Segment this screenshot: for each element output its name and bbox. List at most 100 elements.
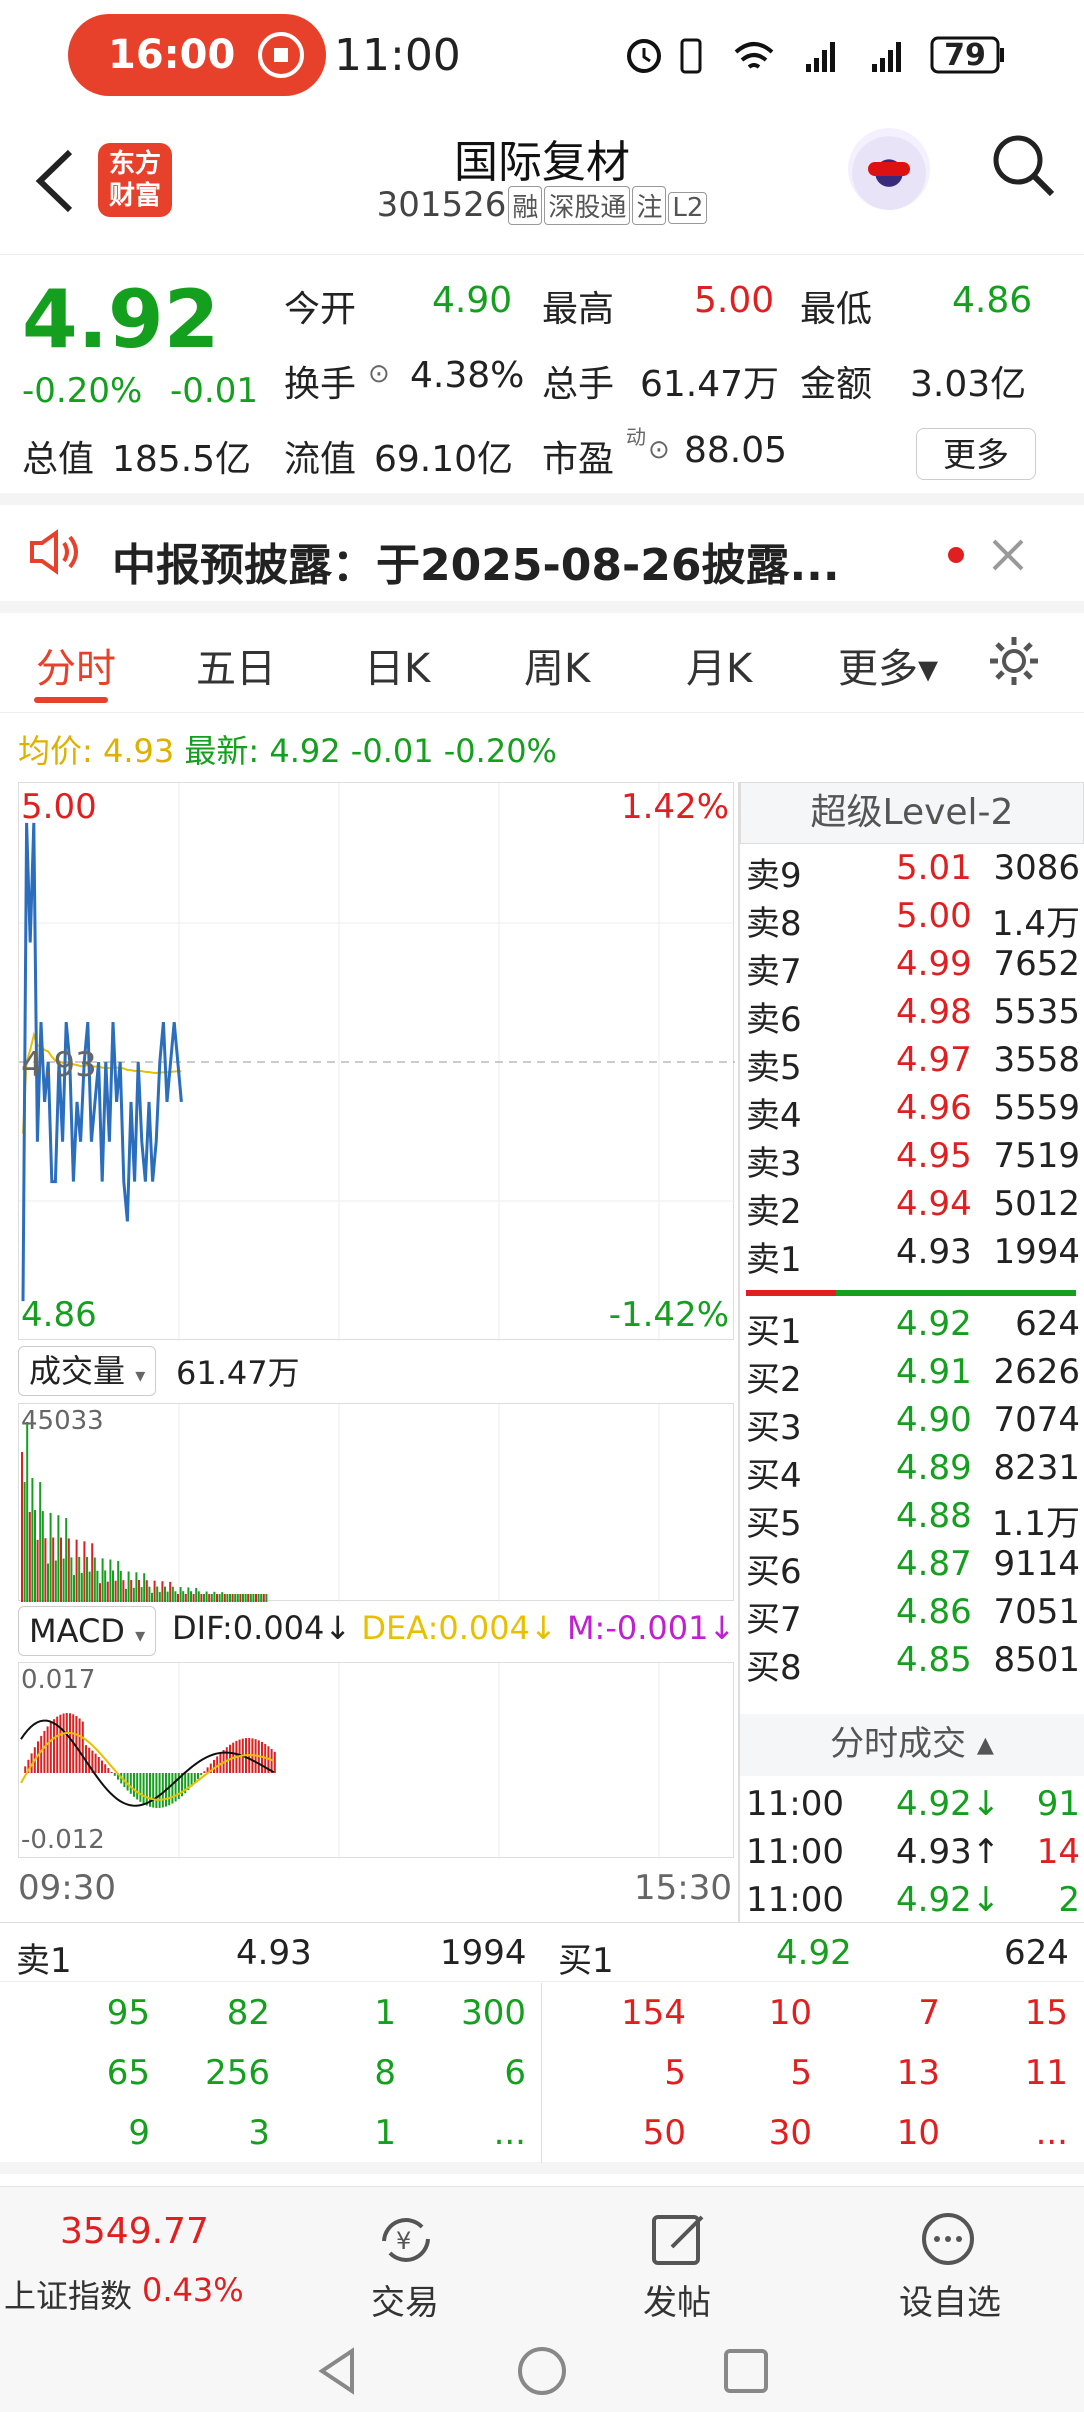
stop-record-icon[interactable]	[258, 32, 304, 78]
search-icon[interactable]	[990, 132, 1056, 202]
volume-bar	[260, 1594, 263, 1602]
system-nav-bar	[318, 2347, 768, 2395]
change-pct: -0.20%	[22, 371, 143, 411]
chart-top-price: 5.00	[21, 787, 97, 827]
volume-bar	[99, 1583, 101, 1602]
macd-bar	[161, 1773, 164, 1808]
latest-label: 最新:	[184, 732, 260, 770]
trade-icon[interactable]: ¥	[374, 2211, 438, 2269]
volume-value: 61.47万	[640, 364, 780, 405]
bid-price: 4.86	[896, 1592, 972, 1632]
tab-5day[interactable]: 五日	[196, 636, 276, 694]
macd-bar	[78, 1718, 81, 1773]
volume-label: 成交量	[29, 1352, 126, 1390]
volume-bar	[101, 1558, 104, 1602]
volume-bar	[54, 1560, 57, 1602]
amount-label: 金额	[800, 364, 873, 405]
back-arrow-icon[interactable]	[30, 148, 80, 214]
notice-bar[interactable]: 中报预披露：于2025-08-26披露...	[0, 505, 1084, 613]
volume-bar	[252, 1594, 255, 1602]
macd-bar	[107, 1768, 110, 1773]
macd-bar	[145, 1773, 148, 1806]
bid-row[interactable]: 买5 4.88 1.1万	[746, 1496, 1080, 1544]
volume-bar	[208, 1594, 211, 1602]
tab-more[interactable]: 更多▾	[838, 636, 938, 694]
volume-bar	[174, 1591, 177, 1602]
volume-bar	[226, 1594, 229, 1602]
index-pct[interactable]: 0.43%	[142, 2271, 244, 2309]
buy-queue-cell: 5	[664, 2053, 686, 2093]
intraday-chart[interactable]: 5.00 1.42% 4.93 4.86 -1.42%	[18, 782, 735, 1341]
bid-row[interactable]: 买6 4.87 9114	[746, 1544, 1080, 1592]
volume-bar	[117, 1560, 120, 1602]
bid-volume: 8231	[993, 1448, 1080, 1488]
bid-price: 4.89	[896, 1448, 972, 1488]
bid-row[interactable]: 买8 4.85 8501	[746, 1640, 1080, 1688]
add-watchlist-icon[interactable]	[918, 2211, 978, 2269]
macd-bar	[158, 1773, 161, 1808]
macd-bar	[142, 1773, 145, 1804]
stock-name: 国际复材	[454, 137, 630, 188]
volume-bar	[119, 1570, 122, 1602]
macd-bar	[152, 1773, 155, 1808]
buy-queue-cell: 154	[621, 1993, 686, 2033]
watch-label[interactable]: 设自选	[890, 2275, 1010, 2324]
period-tabs: 分时 五日 日K 周K 月K 更多▾	[0, 613, 1084, 713]
volume-bar	[184, 1594, 187, 1602]
bid-row[interactable]: 买3 4.90 7074	[746, 1400, 1080, 1448]
post-label[interactable]: 发帖	[632, 2275, 722, 2324]
tick-time: 11:00	[746, 1784, 844, 1824]
volume-bar	[96, 1570, 99, 1602]
macd-chart[interactable]: 0.017 -0.012	[18, 1662, 734, 1859]
assistant-avatar[interactable]	[848, 128, 930, 210]
volume-bar	[91, 1543, 94, 1602]
tab-monthly-k[interactable]: 月K	[686, 636, 752, 694]
trade-label[interactable]: 交易	[360, 2275, 450, 2324]
volume-bar	[112, 1570, 114, 1602]
index-value[interactable]: 3549.77	[60, 2211, 209, 2252]
tick-price: 4.93↑	[896, 1832, 1001, 1872]
tab-daily-k[interactable]: 日K	[364, 636, 430, 694]
volume-bar	[41, 1511, 44, 1602]
volume-bar	[31, 1478, 34, 1602]
more-quote-button[interactable]: 更多	[916, 428, 1036, 480]
volume-bar	[26, 1422, 29, 1602]
recording-pill[interactable]: 16:00	[68, 14, 326, 96]
open-label: 今开	[284, 289, 357, 330]
tab-intraday[interactable]: 分时	[36, 636, 116, 694]
pe-info-icon[interactable]: ⊙	[648, 435, 670, 465]
volume-indicator-select[interactable]: 成交量 ▾	[18, 1346, 157, 1396]
info-icon[interactable]: ⊙	[368, 359, 390, 389]
volume-bar	[195, 1587, 198, 1602]
index-name[interactable]: 上证指数	[4, 2271, 132, 2317]
bid-price: 4.91	[896, 1352, 972, 1392]
volume-bar	[143, 1573, 146, 1602]
bid-row[interactable]: 买1 4.92 624	[746, 1304, 1080, 1352]
order-queue: 卖1 4.93 1994 买1 4.92 624 95 82 1 300 65 256 8 6…	[0, 1922, 1084, 2174]
volume-bar	[132, 1587, 135, 1602]
bid-price: 4.90	[896, 1400, 972, 1440]
mktcap-value: 185.5亿	[112, 439, 252, 480]
macd-indicator-select[interactable]: MACD ▾	[18, 1606, 157, 1656]
gear-icon[interactable]	[986, 633, 1042, 689]
home-nav-icon	[518, 2347, 566, 2395]
post-icon[interactable]	[650, 2211, 710, 2269]
ticks-title[interactable]: 分时成交 ▴	[740, 1714, 1084, 1776]
avg-value: 4.93	[102, 732, 175, 770]
macd-bar	[113, 1773, 116, 1776]
bid-price: 4.88	[896, 1496, 972, 1536]
close-icon[interactable]	[990, 537, 1026, 573]
volume-chart[interactable]: 45033	[18, 1403, 734, 1602]
bid-row[interactable]: 买2 4.91 2626	[746, 1352, 1080, 1400]
bid-row[interactable]: 买7 4.86 7051	[746, 1592, 1080, 1640]
book-buy-label: 买1	[558, 1941, 614, 1981]
sell-queue-cell: 1	[374, 2113, 396, 2153]
macd-bar	[94, 1753, 97, 1773]
volume-bar	[169, 1581, 172, 1602]
tab-weekly-k[interactable]: 周K	[524, 636, 590, 694]
volume-bar	[109, 1559, 112, 1602]
volume-bar	[244, 1594, 247, 1602]
bid-row[interactable]: 买4 4.89 8231	[746, 1448, 1080, 1496]
app-logo[interactable]: 东方 财富	[98, 143, 172, 217]
bid-volume: 624	[1015, 1304, 1080, 1344]
